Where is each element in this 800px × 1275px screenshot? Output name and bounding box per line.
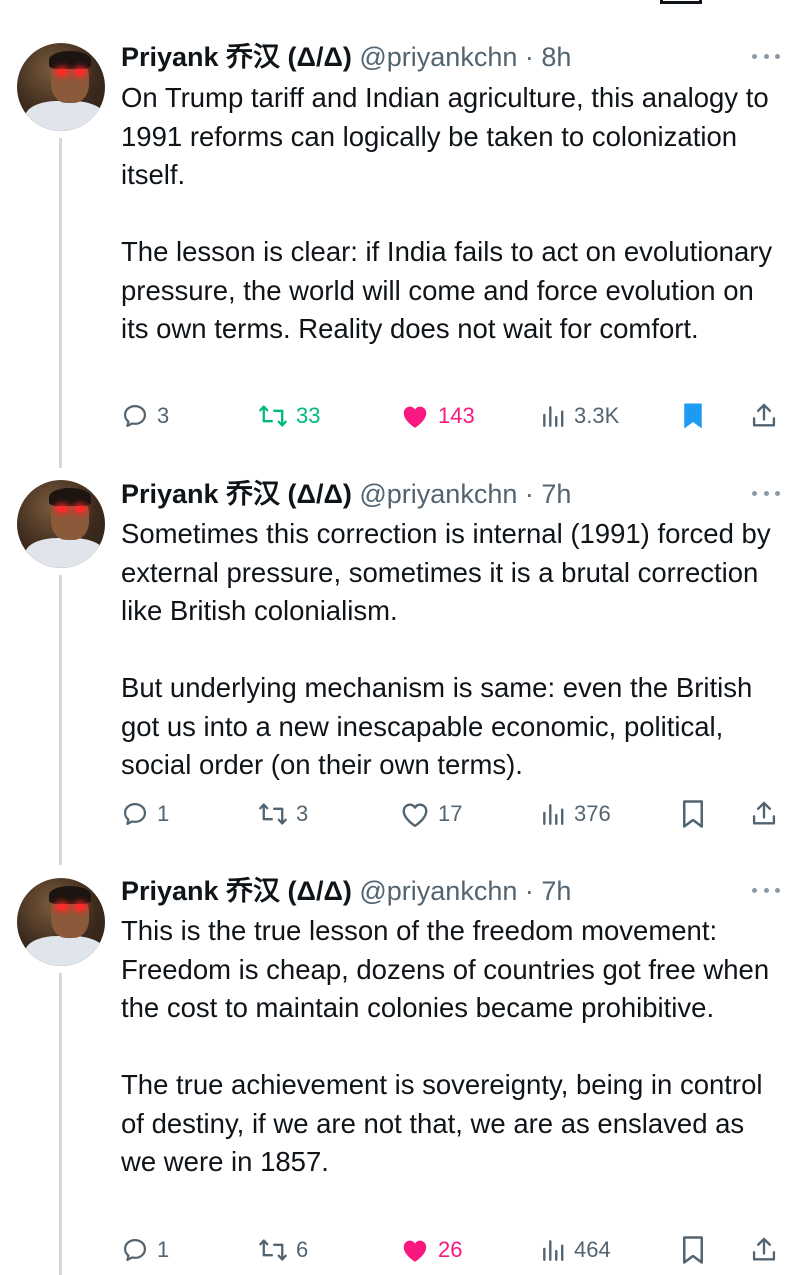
share-icon xyxy=(752,1237,776,1261)
retweet-button[interactable]: 6 xyxy=(258,1230,308,1270)
retweet-icon xyxy=(259,1239,287,1261)
author-name[interactable]: Priyank 乔汉 (Δ/Δ) xyxy=(121,876,352,906)
bookmark-button[interactable] xyxy=(680,1230,706,1270)
reply-icon xyxy=(123,1238,147,1262)
author-handle-time[interactable]: @priyankchn · 7h xyxy=(359,876,571,906)
reply-count: 1 xyxy=(157,1237,170,1262)
reply-button[interactable]: 1 xyxy=(121,1230,169,1270)
share-button[interactable] xyxy=(750,1230,778,1270)
heart-icon xyxy=(403,1240,427,1262)
tweet-paragraph: This is the true lesson of the freedom m… xyxy=(121,915,770,1023)
action-bar: 1 6 26 464 xyxy=(0,1230,800,1270)
like-count: 26 xyxy=(438,1237,463,1262)
avatar[interactable] xyxy=(17,878,105,966)
views-button[interactable]: 464 xyxy=(540,1230,611,1270)
tweet-header: Priyank 乔汉 (Δ/Δ) @priyankchn · 7h xyxy=(121,874,571,908)
tweet-paragraph: The true achievement is sovereignty, bei… xyxy=(121,1069,763,1177)
more-icon[interactable] xyxy=(752,886,780,894)
views-icon xyxy=(543,1240,564,1261)
tweet-3[interactable]: Priyank 乔汉 (Δ/Δ) @priyankchn · 7h This i… xyxy=(0,0,800,1275)
tweet-text: This is the true lesson of the freedom m… xyxy=(121,912,786,1182)
views-count: 464 xyxy=(574,1237,611,1262)
like-button[interactable]: 26 xyxy=(400,1230,462,1270)
bookmark-icon xyxy=(683,1236,703,1264)
retweet-count: 6 xyxy=(296,1237,309,1262)
